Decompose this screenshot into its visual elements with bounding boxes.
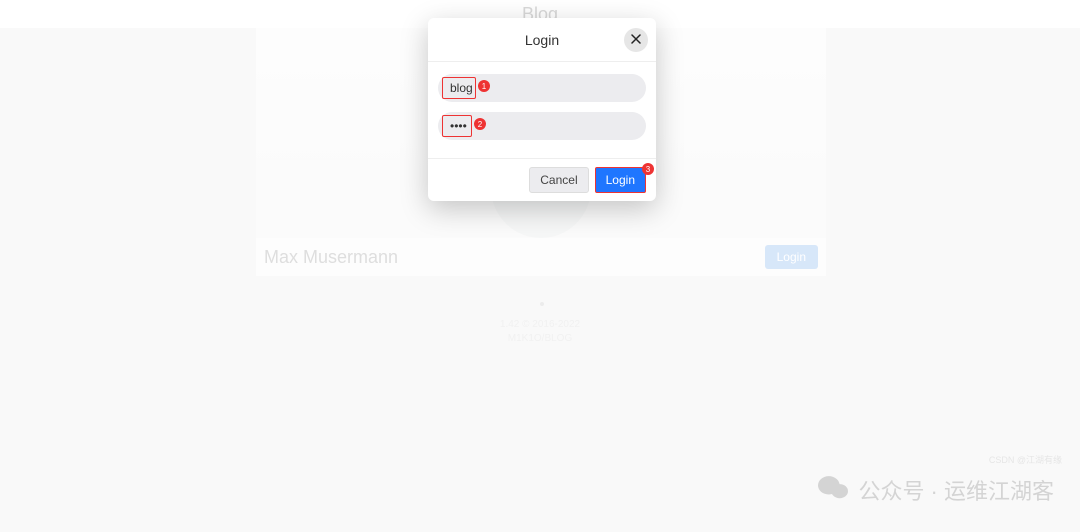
password-input[interactable] [438,112,646,140]
modal-header: Login [428,18,656,62]
cancel-button[interactable]: Cancel [529,167,588,193]
modal-body: 1 2 [428,62,656,158]
wechat-icon [818,474,848,506]
watermark-text: 公众号 · 运维江湖客 [858,474,1054,506]
watermark-small: CSDN @江湖有缘 [989,453,1062,466]
close-button[interactable] [624,28,648,52]
login-button[interactable]: Login [595,167,646,193]
watermark: 公众号 · 运维江湖客 [818,474,1054,506]
modal-title: Login [525,32,559,48]
username-field-wrap: 1 [438,74,646,102]
password-field-wrap: 2 [438,112,646,140]
login-modal: Login 1 2 Cancel Login 3 [428,18,656,201]
close-icon [630,33,642,48]
username-input[interactable] [438,74,646,102]
modal-footer: Cancel Login 3 [428,158,656,201]
